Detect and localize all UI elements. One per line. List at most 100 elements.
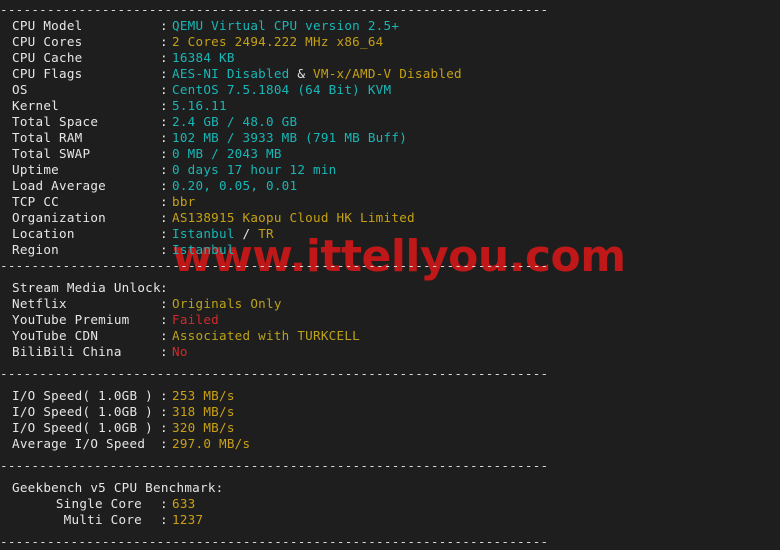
value-cpu-cores: 2 Cores 2494.222 MHz x86_64	[172, 34, 384, 49]
value-total-ram: 102 MB / 3933 MB (791 MB Buff)	[172, 130, 408, 145]
value-region: Istanbul	[172, 242, 235, 257]
row-load-average: Load Average:0.20, 0.05, 0.01	[0, 178, 780, 194]
value-io-speed-2: 318 MB/s	[172, 404, 235, 419]
value-organization: AS138915 Kaopu Cloud HK Limited	[172, 210, 415, 225]
colon: :	[160, 50, 168, 65]
value-io-speed-3: 320 MB/s	[172, 420, 235, 435]
value-cpu-flags-aesni: AES-NI Disabled	[172, 66, 290, 81]
value-os: CentOS 7.5.1804 (64 Bit) KVM	[172, 82, 392, 97]
label-cpu-model: CPU Model	[12, 18, 83, 33]
colon: :	[160, 242, 168, 257]
colon: :	[160, 66, 168, 81]
label-geekbench-single-core: Single Core	[55, 496, 142, 511]
value-cpu-cache: 16384 KB	[172, 50, 235, 65]
row-os: OS: CentOS 7.5.1804 (64 Bit) KVM	[0, 82, 780, 98]
row-youtube-cdn: YouTube CDN: Associated with TURKCELL	[0, 328, 780, 344]
label-total-swap: Total SWAP	[12, 146, 91, 161]
separator-line-bottom: ----------------------------------------…	[0, 534, 549, 549]
colon: :	[160, 226, 168, 241]
value-tcp-cc: bbr	[172, 194, 196, 209]
colon: :	[160, 388, 168, 403]
label-geekbench-multi-core: Multi Core	[63, 512, 142, 527]
colon: :	[160, 194, 168, 209]
label-stream-media-unlock: Stream Media Unlock	[12, 280, 161, 295]
row-stream-media-unlock: Stream Media Unlock:	[0, 280, 780, 296]
label-location: Location	[12, 226, 75, 241]
colon: :	[160, 18, 168, 33]
label-cpu-cache: CPU Cache	[12, 50, 83, 65]
row-io-speed-3: I/O Speed( 1.0GB ):320 MB/s	[0, 420, 780, 436]
row-uptime: Uptime:0 days 17 hour 12 min	[0, 162, 780, 178]
colon: :	[160, 296, 168, 311]
colon: :	[160, 130, 168, 145]
colon: :	[160, 178, 168, 193]
row-average-io-speed: Average I/O Speed:297.0 MB/s	[0, 436, 780, 452]
colon: :	[160, 436, 168, 451]
value-location-city: Istanbul	[172, 226, 235, 241]
colon: :	[160, 404, 168, 419]
separator-line-top: ----------------------------------------…	[0, 2, 549, 17]
label-io-speed-1: I/O Speed( 1.0GB )	[12, 388, 154, 403]
row-youtube-premium: YouTube Premium: Failed	[0, 312, 780, 328]
label-region: Region	[12, 242, 60, 257]
colon: :	[160, 82, 168, 97]
value-netflix: Originals Only	[172, 296, 282, 311]
value-youtube-cdn: Associated with TURKCELL	[172, 328, 361, 343]
label-io-speed-3: I/O Speed( 1.0GB )	[12, 420, 154, 435]
value-location-country: TR	[258, 226, 274, 241]
label-cpu-flags: CPU Flags	[12, 66, 83, 81]
label-total-space: Total Space	[12, 114, 99, 129]
value-cpu-flags-vmx: VM-x/AMD-V Disabled	[313, 66, 462, 81]
value-geekbench-single-core: 633	[172, 496, 196, 511]
label-kernel: Kernel	[12, 98, 60, 113]
label-geekbench-title: Geekbench v5 CPU Benchmark:	[12, 480, 224, 495]
value-uptime: 0 days 17 hour 12 min	[172, 162, 337, 177]
colon: :	[160, 512, 168, 527]
row-kernel: Kernel:5.16.11	[0, 98, 780, 114]
colon: :	[160, 420, 168, 435]
value-location-divider: /	[234, 226, 259, 241]
row-total-ram: Total RAM:102 MB / 3933 MB (791 MB Buff)	[0, 130, 780, 146]
row-netflix: Netflix: Originals Only	[0, 296, 780, 312]
row-bilibili-china: BiliBili China: No	[0, 344, 780, 360]
separator-line-geekbench: ----------------------------------------…	[0, 458, 549, 473]
label-os: OS	[12, 82, 28, 97]
colon: :	[160, 114, 168, 129]
label-load-average: Load Average	[12, 178, 107, 193]
row-geekbench-title: Geekbench v5 CPU Benchmark:	[0, 480, 780, 496]
terminal-output: ----------------------------------------…	[0, 0, 780, 550]
row-cpu-model: CPU Model: QEMU Virtual CPU version 2.5+	[0, 18, 780, 34]
row-cpu-flags: CPU Flags: AES-NI Disabled & VM-x/AMD-V D…	[0, 66, 780, 82]
row-io-speed-1: I/O Speed( 1.0GB ):253 MB/s	[0, 388, 780, 404]
separator-line-io: ----------------------------------------…	[0, 366, 549, 381]
value-cpu-flags-separator: &	[289, 66, 314, 81]
value-load-average: 0.20, 0.05, 0.01	[172, 178, 298, 193]
label-bilibili-china: BiliBili China	[12, 344, 122, 359]
colon: :	[160, 210, 168, 225]
row-location: Location: Istanbul / TR	[0, 226, 780, 242]
colon: :	[160, 98, 168, 113]
label-youtube-premium: YouTube Premium	[12, 312, 130, 327]
row-cpu-cores: CPU Cores:2 Cores 2494.222 MHz x86_64	[0, 34, 780, 50]
separator-line-stream: ----------------------------------------…	[0, 258, 549, 273]
colon: :	[160, 162, 168, 177]
label-total-ram: Total RAM	[12, 130, 83, 145]
value-youtube-premium: Failed	[172, 312, 220, 327]
colon: :	[160, 344, 168, 359]
label-netflix: Netflix	[12, 296, 67, 311]
row-region: Region: Istanbul	[0, 242, 780, 258]
value-cpu-model: QEMU Virtual CPU version 2.5+	[172, 18, 400, 33]
label-youtube-cdn: YouTube CDN	[12, 328, 99, 343]
colon: :	[160, 34, 168, 49]
value-io-speed-1: 253 MB/s	[172, 388, 235, 403]
colon: :	[160, 146, 168, 161]
value-total-swap: 0 MB / 2043 MB	[172, 146, 282, 161]
label-tcp-cc: TCP CC	[12, 194, 60, 209]
colon: :	[160, 496, 168, 511]
value-kernel: 5.16.11	[172, 98, 227, 113]
colon: :	[160, 328, 168, 343]
colon: :	[160, 312, 168, 327]
value-bilibili-china: No	[172, 344, 188, 359]
value-average-io-speed: 297.0 MB/s	[172, 436, 251, 451]
label-io-speed-2: I/O Speed( 1.0GB )	[12, 404, 154, 419]
